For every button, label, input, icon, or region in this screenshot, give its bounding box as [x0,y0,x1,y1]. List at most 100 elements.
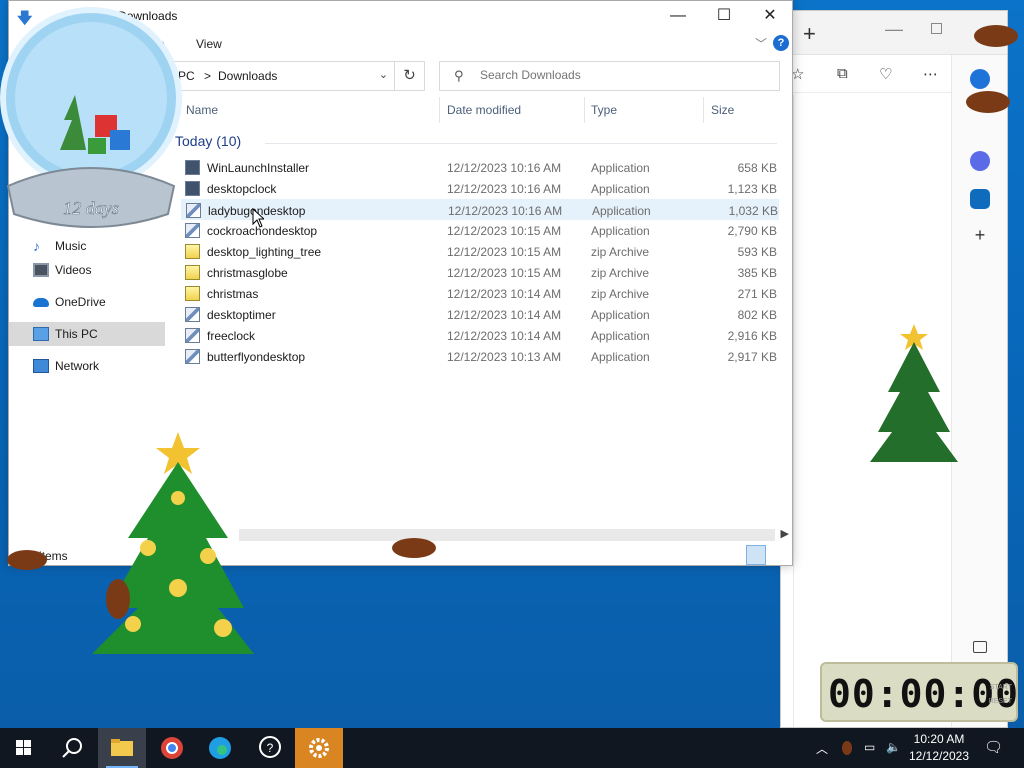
zip-icon [185,286,200,301]
breadcrumb-separator[interactable]: > [204,69,211,83]
file-type: Application [591,350,650,364]
health-icon[interactable]: ♡ [879,65,892,83]
timer-start-button[interactable]: START [990,684,1012,691]
scroll-right-icon[interactable]: ▶ [781,527,789,540]
search-button[interactable] [48,728,96,768]
large-icons-view-button[interactable] [768,545,788,565]
outlook-icon[interactable] [970,189,990,209]
exe-icon [185,349,200,364]
file-row[interactable]: christmas 12/12/2023 10:14 AM zip Archiv… [181,283,779,304]
more-icon[interactable]: ⋯ [923,65,938,83]
file-explorer-taskbar-button[interactable] [98,728,146,768]
desktop-timer-widget[interactable]: 00:00:00 START RESET [820,662,1018,722]
file-row[interactable]: christmasglobe 12/12/2023 10:15 AM zip A… [181,262,779,283]
column-separator[interactable] [584,97,585,123]
expand-ribbon-icon[interactable]: ﹀ [755,35,767,52]
nav-label: OneDrive [55,295,106,309]
file-row[interactable]: desktopclock 12/12/2023 10:16 AM Applica… [181,178,779,199]
edge-taskbar-button[interactable] [196,728,244,768]
zip-icon [185,265,200,280]
refresh-button[interactable]: ↻ [395,61,425,91]
start-button[interactable] [0,728,48,768]
file-name: WinLaunchInstaller [207,161,310,175]
group-divider [265,143,777,144]
nav-label: This PC [55,327,98,341]
file-size: 271 KB [737,287,777,301]
group-header-today[interactable]: Today (10) [175,133,241,149]
search-input[interactable] [480,68,760,82]
timer-display: 00:00:00 [828,672,1020,716]
edge-minimize-button[interactable]: — [885,19,903,40]
file-row[interactable]: desktop_lighting_tree 12/12/2023 10:15 A… [181,241,779,262]
file-row-selected[interactable]: ladybugondesktop 12/12/2023 10:16 AM App… [181,199,779,220]
column-separator[interactable] [703,97,704,123]
chrome-taskbar-button[interactable] [148,728,196,768]
taskbar-clock[interactable]: 10:20 AM 12/12/2023 [904,731,974,765]
gift-box [88,138,106,154]
svg-text:?: ? [267,741,274,755]
column-header-name[interactable]: Name [186,103,218,117]
get-help-taskbar-button[interactable]: ? [246,728,294,768]
breadcrumb-downloads[interactable]: Downloads [218,69,277,83]
timer-reset-button[interactable]: RESET [989,698,1012,705]
cockroach-tray-icon[interactable] [842,741,852,755]
details-view-button[interactable] [746,545,766,565]
file-date: 12/12/2023 10:15 AM [447,266,562,280]
column-header-size[interactable]: Size [711,103,734,117]
file-row[interactable]: cockroachondesktop 12/12/2023 10:15 AM A… [181,220,779,241]
file-type: Application [591,308,650,322]
snow-globe-widget[interactable]: 12 days [0,0,182,232]
nav-item-network[interactable]: Network [33,355,99,377]
collections-icon[interactable]: ⧉ [837,65,848,82]
volume-muted-icon[interactable]: 🔈 [886,740,901,754]
file-row[interactable]: butterflyondesktop 12/12/2023 10:13 AM A… [181,346,779,367]
address-bar[interactable]: PC > Downloads ⌄ [169,61,395,91]
settings-taskbar-button[interactable] [295,728,343,768]
tree-body [870,342,958,462]
search-box[interactable]: ⚲ [439,61,780,91]
close-button[interactable]: ✕ [747,1,793,31]
file-type: zip Archive [591,287,650,301]
nav-item-onedrive[interactable]: OneDrive [33,291,106,313]
christmas-tree-large [92,432,254,654]
zip-icon [185,244,200,259]
nav-item-videos[interactable]: Videos [33,259,91,281]
file-size: 658 KB [737,161,777,175]
add-sidebar-icon[interactable]: + [970,225,990,245]
globe-banner-text: 12 days [63,198,119,218]
file-row[interactable]: desktoptimer 12/12/2023 10:14 AM Applica… [181,304,779,325]
nav-item-this-pc[interactable]: This PC [9,322,165,346]
mouse-cursor-icon [252,208,264,228]
file-type: zip Archive [591,266,650,280]
copilot-icon[interactable] [970,151,990,171]
help-chat-icon: ? [259,736,281,758]
column-header-date[interactable]: Date modified [447,103,521,117]
nav-item-music[interactable]: ♪ Music [33,235,86,257]
exe-icon [185,328,200,343]
network-tray-icon[interactable]: ▭ [864,740,875,754]
file-name: freeclock [207,329,256,343]
folder-icon [111,739,133,756]
notification-icon[interactable]: 🗨 [984,738,1003,756]
minimize-button[interactable]: — [655,1,701,31]
tab-view[interactable]: View [196,37,222,51]
file-row[interactable]: WinLaunchInstaller 12/12/2023 10:16 AM A… [181,157,779,178]
edge-icon [209,737,231,759]
file-row[interactable]: freeclock 12/12/2023 10:14 AM Applicatio… [181,325,779,346]
clock-date: 12/12/2023 [908,749,970,763]
file-date: 12/12/2023 10:16 AM [447,182,562,196]
address-dropdown-icon[interactable]: ⌄ [379,68,388,81]
edge-maximize-button[interactable] [931,23,942,34]
file-name: christmasglobe [207,266,288,280]
favorites-icon[interactable]: ☆ [791,65,804,83]
help-icon[interactable]: ? [773,35,789,51]
new-tab-button[interactable]: + [803,21,816,47]
column-header-type[interactable]: Type [591,103,617,117]
cockroach-sprite [106,579,130,619]
horizontal-scrollbar[interactable]: ▶ [239,528,789,541]
sidebar-toggle-icon[interactable] [973,641,987,653]
show-hidden-icons-icon[interactable]: ︿ [816,740,828,757]
file-type: Application [592,204,651,218]
column-separator[interactable] [439,97,440,123]
maximize-button[interactable]: ☐ [701,1,747,31]
